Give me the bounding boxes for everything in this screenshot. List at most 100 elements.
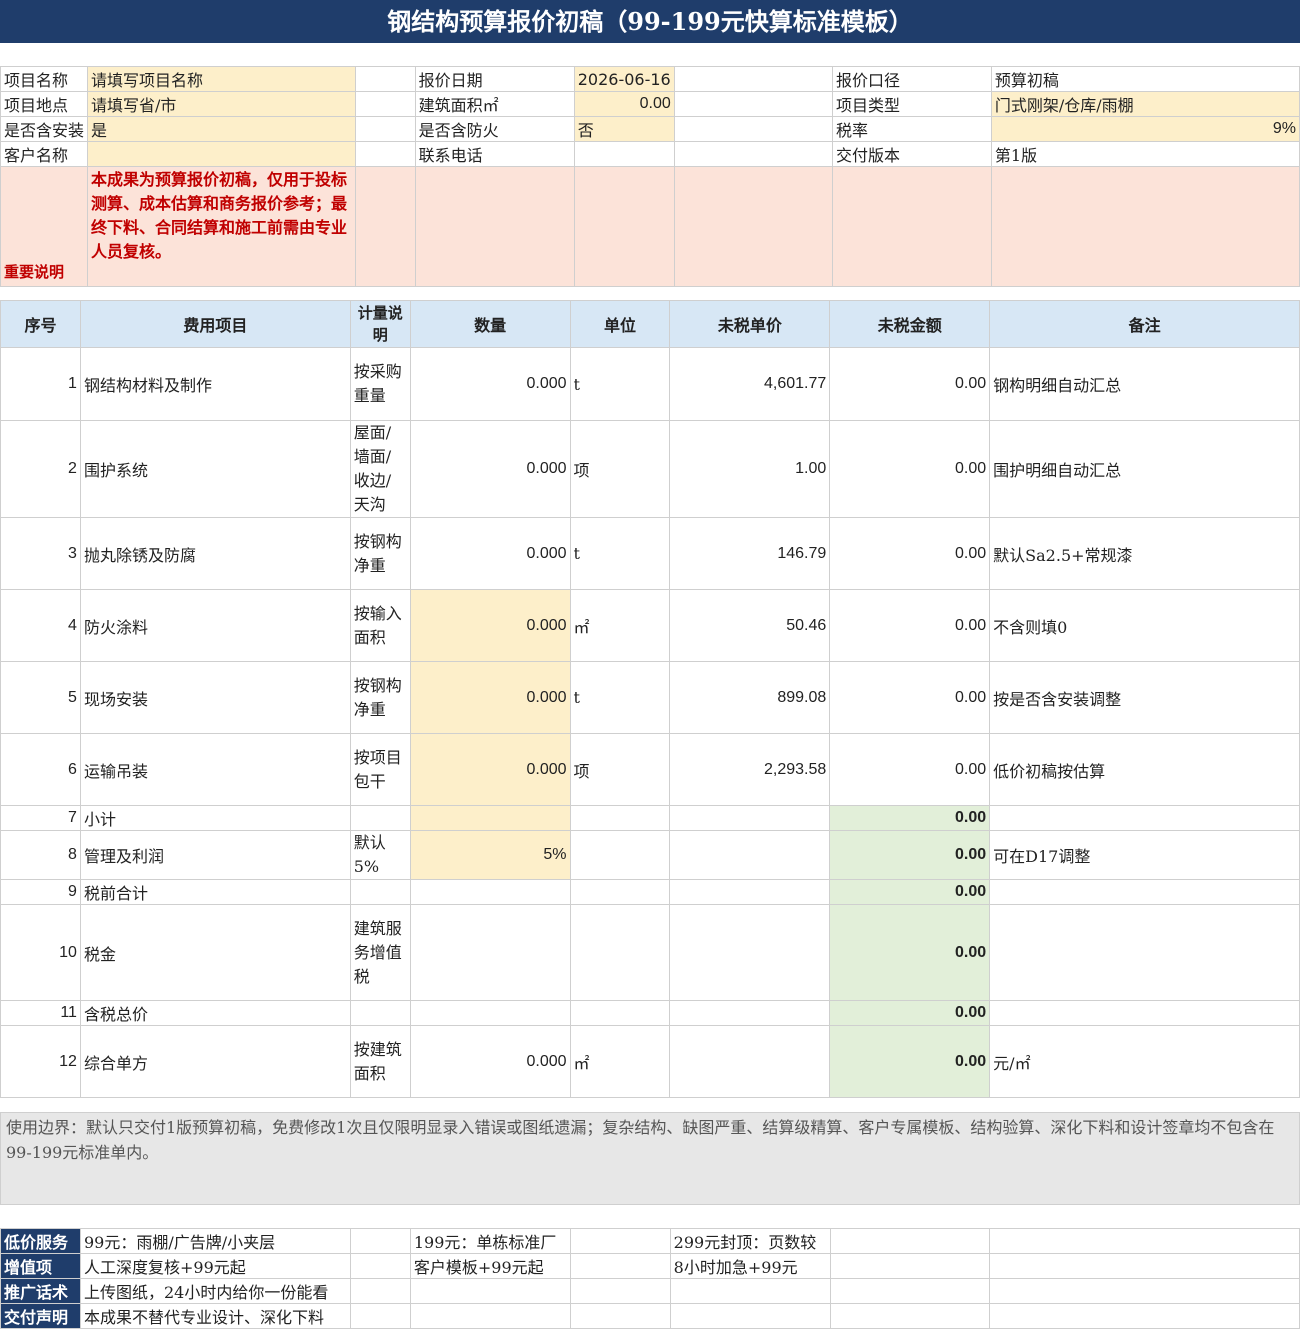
install-label: 是否含安装 <box>0 116 89 142</box>
row-qty[interactable] <box>409 805 571 831</box>
row-price: 899.08 <box>669 661 831 734</box>
service-cell-2: 199元：单栋标准厂 <box>409 1228 571 1254</box>
row-amount: 0.00 <box>829 733 991 806</box>
row-basis: 默认5% <box>349 830 411 880</box>
row-price <box>669 1025 831 1098</box>
row-price: 2,293.58 <box>669 733 831 806</box>
table-row: 3 抛丸除锈及防腐 按钢构净重 0.000 t 146.79 0.00 默认Sa2.5+常规漆 <box>0 517 1300 590</box>
table-row: 8 管理及利润 默认5% 5% 0.00 可在D17调整 <box>0 830 1300 880</box>
row-remark <box>989 805 1300 831</box>
row-unit: t <box>569 661 671 734</box>
row-price: 146.79 <box>669 517 831 590</box>
row-item: 综合单方 <box>79 1025 351 1098</box>
quote-basis-label: 报价口径 <box>831 66 992 92</box>
row-unit: ㎡ <box>569 1025 671 1098</box>
table-row: 12 综合单方 按建筑面积 0.000 ㎡ 0.00 元/㎡ <box>0 1025 1300 1098</box>
quote-date-label: 报价日期 <box>414 66 575 92</box>
row-amount: 0.00 <box>829 805 991 831</box>
service-row: 交付声明 本成果不替代专业设计、深化下料 <box>0 1303 1300 1329</box>
fire-input[interactable]: 否 <box>573 116 675 142</box>
quote-basis-value[interactable]: 预算初稿 <box>990 66 1300 92</box>
row-unit: 项 <box>569 733 671 806</box>
row-item: 防火涂料 <box>79 589 351 662</box>
service-cell-1: 99元：雨棚/广告牌/小夹层 <box>79 1228 351 1254</box>
header-unit: 单位 <box>569 300 671 348</box>
phone-label: 联系电话 <box>414 141 575 167</box>
row-unit: 项 <box>569 420 671 518</box>
row-qty[interactable]: 0.000 <box>409 661 571 734</box>
row-unit: t <box>569 517 671 590</box>
service-row: 增值项 人工深度复核+99元起 客户模板+99元起 8小时加急+99元 <box>0 1253 1300 1279</box>
row-remark: 低价初稿按估算 <box>989 733 1300 806</box>
row-qty <box>409 904 571 1001</box>
table-header-row: 序号 费用项目 计量说明 数量 单位 未税单价 未税金额 备注 <box>0 300 1300 348</box>
row-item: 运输吊装 <box>79 733 351 806</box>
table-row: 6 运输吊装 按项目包干 0.000 项 2,293.58 0.00 低价初稿按估算 <box>0 733 1300 806</box>
service-row: 低价服务 99元：雨棚/广告牌/小夹层 199元：单栋标准厂 299元封顶：页数较 <box>0 1228 1300 1254</box>
row-basis <box>349 805 411 831</box>
row-qty[interactable]: 0.000 <box>409 589 571 662</box>
row-qty: 0.000 <box>409 420 571 518</box>
quote-date-input[interactable]: 2026-06-16 <box>573 66 675 92</box>
important-text: 本成果为预算报价初稿，仅用于投标测算、成本估算和商务报价参考；最终下料、合同结算… <box>87 166 357 287</box>
row-amount: 0.00 <box>829 879 991 905</box>
row-number: 5 <box>0 661 81 734</box>
row-remark: 可在D17调整 <box>989 830 1300 880</box>
table-row: 10 税金 建筑服务增值税 0.00 <box>0 904 1300 1001</box>
row-qty[interactable]: 5% <box>409 830 571 880</box>
tax-input[interactable]: 9% <box>990 116 1300 142</box>
service-row: 推广话术 上传图纸，24小时内给你一份能看 <box>0 1278 1300 1304</box>
service-cell-1: 上传图纸，24小时内给你一份能看 <box>79 1278 351 1304</box>
row-item: 税前合计 <box>79 879 351 905</box>
row-qty: 0.000 <box>409 517 571 590</box>
row-qty[interactable]: 0.000 <box>409 733 571 806</box>
table-row: 5 现场安装 按钢构净重 0.000 t 899.08 0.00 按是否含安装调整 <box>0 661 1300 734</box>
project-name-input[interactable]: 请填写项目名称 <box>87 66 357 92</box>
row-item: 抛丸除锈及防腐 <box>79 517 351 590</box>
row-basis: 按钢构净重 <box>349 517 411 590</box>
row-basis: 按项目包干 <box>349 733 411 806</box>
project-type-input[interactable]: 门式刚架/仓库/雨棚 <box>990 91 1300 117</box>
header-basis: 计量说明 <box>349 300 411 348</box>
row-basis: 建筑服务增值税 <box>349 904 411 1001</box>
row-basis: 按钢构净重 <box>349 661 411 734</box>
row-amount: 0.00 <box>829 1000 991 1026</box>
row-item: 管理及利润 <box>79 830 351 880</box>
project-info-table: 项目名称 请填写项目名称 报价日期 2026-06-16 报价口径 预算初稿 项… <box>0 66 1300 287</box>
service-cell-2 <box>409 1303 571 1329</box>
row-item: 钢结构材料及制作 <box>79 347 351 421</box>
row-number: 6 <box>0 733 81 806</box>
phone-input[interactable] <box>573 141 675 167</box>
location-input[interactable]: 请填写省/市 <box>87 91 357 117</box>
row-remark: 不含则填0 <box>989 589 1300 662</box>
row-amount: 0.00 <box>829 420 991 518</box>
area-input[interactable]: 0.00 <box>573 91 675 117</box>
row-remark: 默认Sa2.5+常规漆 <box>989 517 1300 590</box>
service-cell-1: 本成果不替代专业设计、深化下料 <box>79 1303 351 1329</box>
row-number: 12 <box>0 1025 81 1098</box>
row-amount: 0.00 <box>829 904 991 1001</box>
row-qty: 0.000 <box>409 347 571 421</box>
install-input[interactable]: 是 <box>87 116 357 142</box>
row-basis: 按建筑面积 <box>349 1025 411 1098</box>
service-row-label: 增值项 <box>0 1253 81 1279</box>
location-label: 项目地点 <box>0 91 89 117</box>
row-qty <box>409 1000 571 1026</box>
table-row: 4 防火涂料 按输入面积 0.000 ㎡ 50.46 0.00 不含则填0 <box>0 589 1300 662</box>
row-number: 10 <box>0 904 81 1001</box>
row-unit <box>569 830 671 880</box>
version-label: 交付版本 <box>831 141 992 167</box>
service-row-label: 交付声明 <box>0 1303 81 1329</box>
row-basis: 按输入面积 <box>349 589 411 662</box>
version-value[interactable]: 第1版 <box>990 141 1300 167</box>
row-basis <box>349 879 411 905</box>
row-item: 小计 <box>79 805 351 831</box>
service-cell-1: 人工深度复核+99元起 <box>79 1253 351 1279</box>
client-input[interactable] <box>87 141 357 167</box>
row-unit <box>569 805 671 831</box>
service-cell-3: 8小时加急+99元 <box>669 1253 831 1279</box>
row-price: 50.46 <box>669 589 831 662</box>
row-price <box>669 830 831 880</box>
row-price <box>669 1000 831 1026</box>
header-price: 未税单价 <box>669 300 831 348</box>
